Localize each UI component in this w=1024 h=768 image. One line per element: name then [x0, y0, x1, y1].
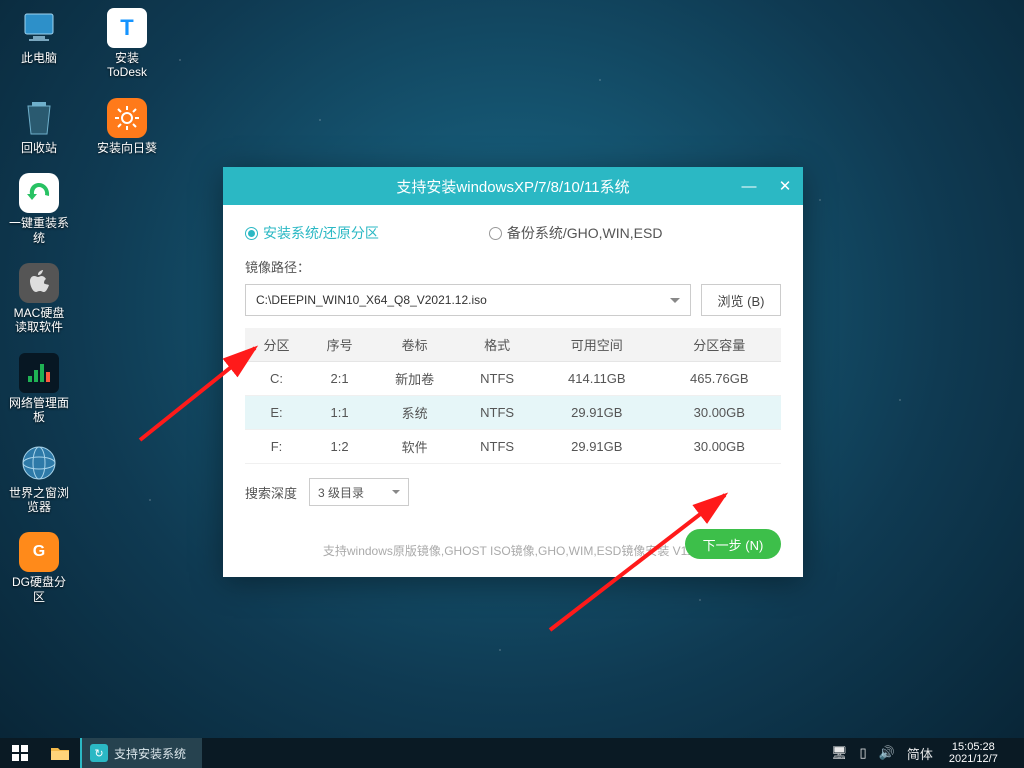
icon-label: 世界之窗浏览器	[8, 486, 70, 515]
dialog-titlebar[interactable]: 支持安装windowsXP/7/8/10/11系统 — ✕	[223, 167, 803, 205]
icon-label: MAC硬盘读取软件	[8, 306, 70, 335]
minimize-button[interactable]: —	[731, 167, 767, 205]
image-path-combo[interactable]: C:\DEEPIN_WIN10_X64_Q8_V2021.12.iso	[245, 284, 691, 316]
tray-volume-icon[interactable]: 🔊	[879, 745, 895, 761]
path-value: C:\DEEPIN_WIN10_X64_Q8_V2021.12.iso	[256, 293, 487, 307]
desktop-icon-mac-disk[interactable]: MAC硬盘读取软件	[8, 263, 70, 335]
table-row[interactable]: E: 1:1 系统 NTFS 29.91GB 30.00GB	[245, 396, 781, 430]
radio-install[interactable]: 安装系统/还原分区	[245, 223, 379, 243]
partition-table: 分区 序号 卷标 格式 可用空间 分区容量 C: 2:1 新加卷 NTFS 41…	[245, 328, 781, 464]
tray-clock[interactable]: 15:05:28 2021/12/7	[949, 741, 998, 765]
table-row[interactable]: C: 2:1 新加卷 NTFS 414.11GB 465.76GB	[245, 362, 781, 396]
icon-label: 回收站	[21, 141, 57, 155]
col-volume: 卷标	[371, 328, 458, 362]
icon-label: 安装向日葵	[97, 141, 157, 155]
tray-ime-indicator[interactable]: 简体	[907, 744, 933, 763]
system-tray: 🖥 ▯ 🔊 简体 15:05:28 2021/12/7	[831, 738, 998, 768]
radio-label: 备份系统/GHO,WIN,ESD	[507, 223, 663, 243]
desktop-icon-todesk[interactable]: T 安装ToDesk	[96, 8, 158, 80]
desktop-icon-network-panel[interactable]: 网络管理面板	[8, 353, 70, 425]
desktop-icon-reinstall[interactable]: 一键重装系统	[8, 173, 70, 245]
search-depth-label: 搜索深度	[245, 483, 297, 502]
taskbar-explorer-icon[interactable]	[40, 738, 80, 768]
radio-label: 安装系统/还原分区	[263, 223, 379, 243]
col-free: 可用空间	[536, 328, 658, 362]
next-button[interactable]: 下一步 (N)	[685, 529, 781, 559]
col-format: 格式	[458, 328, 536, 362]
col-partition: 分区	[245, 328, 308, 362]
start-button[interactable]	[0, 738, 40, 768]
col-index: 序号	[308, 328, 371, 362]
col-capacity: 分区容量	[658, 328, 781, 362]
desktop-icon-sunlogin[interactable]: 安装向日葵	[96, 98, 158, 155]
task-label: 支持安装系统	[114, 745, 186, 762]
icon-label: 一键重装系统	[8, 216, 70, 245]
clock-time: 15:05:28	[949, 741, 998, 753]
browse-button[interactable]: 浏览 (B)	[701, 284, 781, 316]
install-dialog: 支持安装windowsXP/7/8/10/11系统 — ✕ 安装系统/还原分区 …	[223, 167, 803, 577]
task-app-icon: ↻	[90, 744, 108, 762]
icon-label: 此电脑	[21, 51, 57, 65]
path-label: 镜像路径：	[245, 257, 781, 276]
desktop-icon-recycle-bin[interactable]: 回收站	[8, 98, 70, 155]
radio-backup[interactable]: 备份系统/GHO,WIN,ESD	[489, 223, 663, 243]
icon-label: 安装ToDesk	[96, 51, 158, 80]
search-depth-select[interactable]: 3 级目录	[309, 478, 409, 506]
tray-battery-icon[interactable]: ▯	[860, 745, 867, 761]
tray-network-icon[interactable]: 🖥	[831, 745, 848, 761]
taskbar-app-button[interactable]: ↻ 支持安装系统	[80, 738, 202, 768]
desktop-icon-this-pc[interactable]: 此电脑	[8, 8, 70, 80]
radio-icon	[245, 227, 258, 240]
table-row[interactable]: F: 1:2 软件 NTFS 29.91GB 30.00GB	[245, 430, 781, 464]
desktop-icon-theworld[interactable]: 世界之窗浏览器	[8, 443, 70, 515]
radio-icon	[489, 227, 502, 240]
desktop-icons: 此电脑 T 安装ToDesk 回收站 安装向日葵 一键重装系统	[8, 8, 158, 604]
icon-label: 网络管理面板	[8, 396, 70, 425]
desktop-icon-dg-partition[interactable]: G DG硬盘分区	[8, 532, 70, 604]
close-button[interactable]: ✕	[767, 167, 803, 205]
icon-label: DG硬盘分区	[8, 575, 70, 604]
clock-date: 2021/12/7	[949, 753, 998, 765]
dialog-title: 支持安装windowsXP/7/8/10/11系统	[396, 176, 629, 197]
